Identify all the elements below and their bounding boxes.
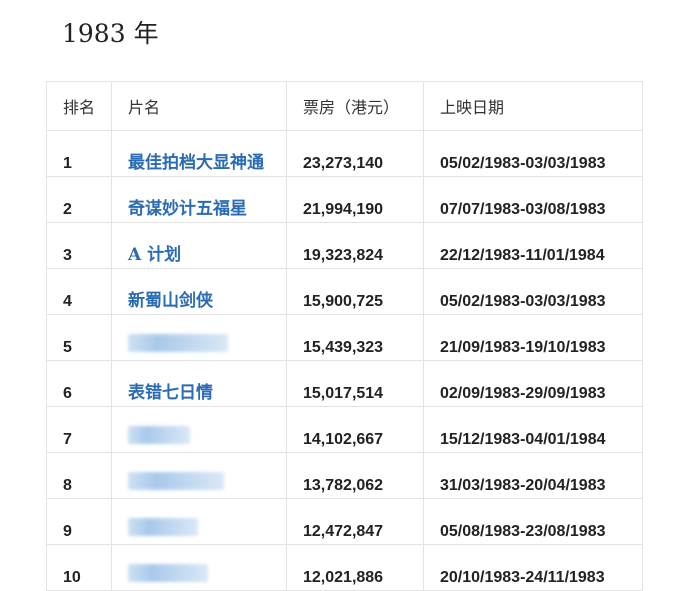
rank-cell: 5 [46,314,112,361]
film-title-link[interactable]: 表错七日情 [128,383,213,403]
table-row: 10 12,021,886 20/10/1983-24/11/1983 [46,544,643,591]
rank-cell: 1 [46,130,112,177]
table-row: 4 新蜀山剑侠 15,900,725 05/02/1983-03/03/1983 [46,268,643,315]
redacted-title [128,334,228,352]
box-office-cell: 15,439,323 [286,314,424,361]
box-office-cell: 13,782,062 [286,452,424,499]
film-title-link[interactable]: 新蜀山剑侠 [128,291,213,311]
table-row: 3 A 计划 19,323,824 22/12/1983-11/01/1984 [46,222,643,269]
title-cell [111,498,287,545]
table-header-row: 排名 片名 票房（港元） 上映日期 [46,81,643,131]
title-cell: 奇谋妙计五福星 [111,176,287,223]
box-office-cell: 23,273,140 [286,130,424,177]
dates-cell: 05/02/1983-03/03/1983 [423,268,643,315]
page-title: 1983 年 [62,19,159,48]
film-title-link[interactable]: 奇谋妙计五福星 [128,199,247,219]
dates-cell: 20/10/1983-24/11/1983 [423,544,643,591]
table-row: 1 最佳拍档大显神通 23,273,140 05/02/1983-03/03/1983 [46,130,643,177]
header-title: 片名 [111,81,287,131]
box-office-cell: 14,102,667 [286,406,424,453]
rank-cell: 10 [46,544,112,591]
table-row: 9 12,472,847 05/08/1983-23/08/1983 [46,498,643,545]
title-cell [111,452,287,499]
rank-cell: 2 [46,176,112,223]
rank-cell: 3 [46,222,112,269]
header-box-office: 票房（港元） [286,81,424,131]
box-office-cell: 19,323,824 [286,222,424,269]
box-office-cell: 15,900,725 [286,268,424,315]
box-office-cell: 12,021,886 [286,544,424,591]
title-cell: A 计划 [111,222,287,269]
dates-cell: 02/09/1983-29/09/1983 [423,360,643,407]
header-dates: 上映日期 [423,81,643,131]
dates-cell: 05/08/1983-23/08/1983 [423,498,643,545]
title-cell [111,314,287,361]
dates-cell: 05/02/1983-03/03/1983 [423,130,643,177]
table-row: 6 表错七日情 15,017,514 02/09/1983-29/09/1983 [46,360,643,407]
box-office-table: 排名 片名 票房（港元） 上映日期 1 最佳拍档大显神通 23,273,140 05/… [46,81,643,591]
redacted-title [128,472,224,490]
film-title-link[interactable]: 最佳拍档大显神通 [128,153,264,173]
rank-cell: 8 [46,452,112,499]
table-row: 5 15,439,323 21/09/1983-19/10/1983 [46,314,643,361]
title-cell: 新蜀山剑侠 [111,268,287,315]
box-office-cell: 21,994,190 [286,176,424,223]
title-cell: 最佳拍档大显神通 [111,130,287,177]
film-title-link[interactable]: A 计划 [128,245,181,265]
title-cell [111,406,287,453]
rank-cell: 4 [46,268,112,315]
header-rank: 排名 [46,81,112,131]
dates-cell: 07/07/1983-03/08/1983 [423,176,643,223]
title-cell: 表错七日情 [111,360,287,407]
box-office-cell: 15,017,514 [286,360,424,407]
rank-cell: 6 [46,360,112,407]
dates-cell: 31/03/1983-20/04/1983 [423,452,643,499]
dates-cell: 22/12/1983-11/01/1984 [423,222,643,269]
redacted-title [128,426,190,444]
table-row: 2 奇谋妙计五福星 21,994,190 07/07/1983-03/08/1983 [46,176,643,223]
title-cell [111,544,287,591]
redacted-title [128,518,198,536]
dates-cell: 15/12/1983-04/01/1984 [423,406,643,453]
rank-cell: 9 [46,498,112,545]
dates-cell: 21/09/1983-19/10/1983 [423,314,643,361]
rank-cell: 7 [46,406,112,453]
box-office-cell: 12,472,847 [286,498,424,545]
table-row: 8 13,782,062 31/03/1983-20/04/1983 [46,452,643,499]
table-row: 7 14,102,667 15/12/1983-04/01/1984 [46,406,643,453]
